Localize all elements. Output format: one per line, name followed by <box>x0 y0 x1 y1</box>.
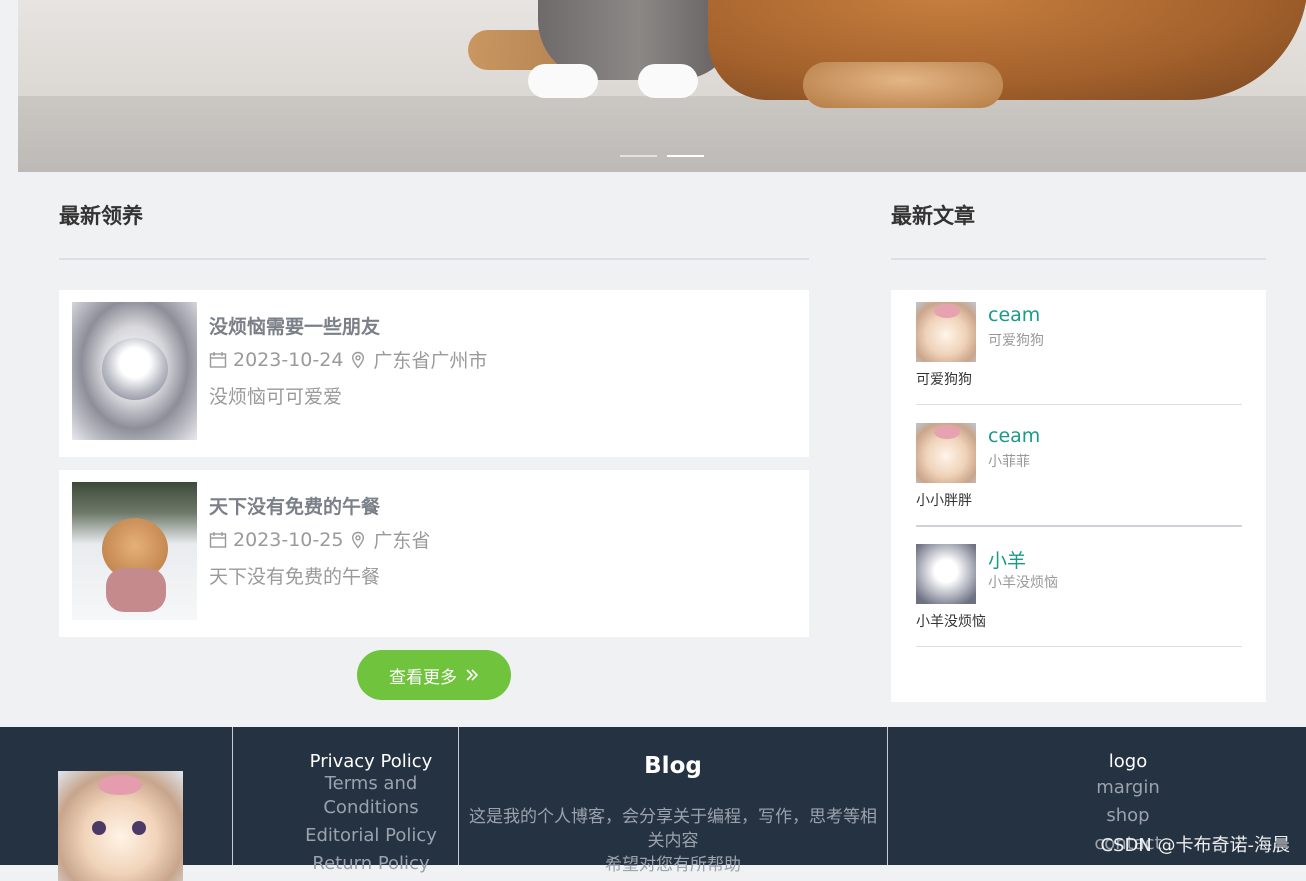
footer-blog-desc: 这是我的个人博客，会分享关于编程，写作，思考等相关内容 希望对您有所帮助 <box>468 805 878 877</box>
adoption-card-title[interactable]: 天下没有免费的午餐 <box>209 492 380 519</box>
carousel-indicators[interactable] <box>620 155 704 157</box>
adoption-card-desc: 没烦恼可可爱爱 <box>209 386 343 408</box>
footer-policy-links: Privacy Policy Terms and Conditions Edit… <box>290 751 452 876</box>
footer-link-shop[interactable]: shop <box>1048 804 1208 828</box>
article-text: 小羊没烦恼 <box>916 614 986 630</box>
adoption-card-meta: 2023-10-24 广东省广州市 <box>209 346 487 373</box>
footer-link-terms[interactable]: Terms and Conditions <box>290 772 452 820</box>
article-item[interactable]: ceam 小菲菲 小小胖胖 <box>916 411 1242 531</box>
adoption-card-title[interactable]: 没烦恼需要一些朋友 <box>209 312 380 339</box>
adoption-card-date: 2023-10-25 <box>233 528 344 551</box>
article-text: 小小胖胖 <box>916 493 972 509</box>
article-separator <box>916 525 1242 527</box>
avatar[interactable] <box>916 544 976 604</box>
adoption-card[interactable]: 天下没有免费的午餐 2023-10-25 广东省 天下没有免费的午餐 <box>59 470 809 637</box>
article-item[interactable]: 小羊 小羊没烦恼 小羊没烦恼 <box>916 532 1242 652</box>
adoption-section-title: 最新领养 <box>59 204 143 228</box>
adoption-card-location: 广东省 <box>373 530 431 552</box>
adoption-thumbnail[interactable] <box>72 302 197 440</box>
double-chevron-right-icon <box>466 669 479 681</box>
article-text: 可爱狗狗 <box>916 372 972 388</box>
articles-divider <box>891 258 1266 260</box>
footer-link-privacy[interactable]: Privacy Policy <box>290 751 452 772</box>
footer-divider <box>887 727 888 865</box>
article-subtitle: 可爱狗狗 <box>988 333 1044 349</box>
article-author[interactable]: 小羊 <box>988 546 1026 573</box>
banner-kitten-paw <box>528 64 598 98</box>
view-more-button[interactable]: 查看更多 <box>357 650 511 700</box>
avatar[interactable] <box>916 302 976 362</box>
hero-banner[interactable] <box>18 0 1306 172</box>
calendar-icon <box>209 351 227 368</box>
banner-dog-paw <box>803 62 1003 108</box>
footer-link-editorial[interactable]: Editorial Policy <box>290 824 452 848</box>
banner-kitten-paw <box>638 64 698 98</box>
article-list: ceam 可爱狗狗 可爱狗狗 ceam 小菲菲 小小胖胖 小羊 小羊没烦恼 小羊… <box>891 290 1266 702</box>
article-subtitle: 小羊没烦恼 <box>988 575 1058 591</box>
site-footer: Privacy Policy Terms and Conditions Edit… <box>0 727 1306 881</box>
location-pin-icon <box>352 351 365 369</box>
adoption-card-date: 2023-10-24 <box>233 348 344 371</box>
carousel-dot-2[interactable] <box>667 155 704 157</box>
article-author[interactable]: ceam <box>988 304 1040 326</box>
footer-blog-desc-line: 希望对您有所帮助 <box>605 855 741 875</box>
avatar[interactable] <box>916 423 976 483</box>
carousel-dot-1[interactable] <box>620 155 657 157</box>
footer-divider <box>458 727 459 865</box>
adoption-card-meta: 2023-10-25 广东省 <box>209 526 430 553</box>
article-separator <box>916 646 1242 647</box>
article-author[interactable]: ceam <box>988 425 1040 447</box>
banner-dog <box>708 0 1306 100</box>
location-pin-icon <box>352 531 365 549</box>
adoption-card[interactable]: 没烦恼需要一些朋友 2023-10-24 广东省广州市 没烦恼可可爱爱 <box>59 290 809 457</box>
calendar-icon <box>209 531 227 548</box>
footer-link-margin[interactable]: margin <box>1048 776 1208 800</box>
adoption-divider <box>59 258 809 260</box>
footer-link-return[interactable]: Return Policy <box>290 852 452 876</box>
banner-floor <box>18 96 1306 172</box>
view-more-label: 查看更多 <box>389 667 457 688</box>
article-subtitle: 小菲菲 <box>988 454 1030 470</box>
adoption-card-location: 广东省广州市 <box>373 350 488 372</box>
adoption-thumbnail[interactable] <box>72 482 197 620</box>
watermark-text: CSDN @卡布奇诺-海晨 <box>1100 835 1290 856</box>
footer-blog-title: Blog <box>644 753 702 779</box>
footer-blog-desc-line: 这是我的个人博客，会分享关于编程，写作，思考等相关内容 <box>469 807 877 851</box>
article-item[interactable]: ceam 可爱狗狗 可爱狗狗 <box>916 290 1242 410</box>
footer-divider <box>232 727 233 865</box>
articles-section-title: 最新文章 <box>891 204 975 228</box>
footer-link-logo[interactable]: logo <box>1048 751 1208 772</box>
adoption-card-desc: 天下没有免费的午餐 <box>209 566 381 588</box>
article-separator <box>916 404 1242 405</box>
